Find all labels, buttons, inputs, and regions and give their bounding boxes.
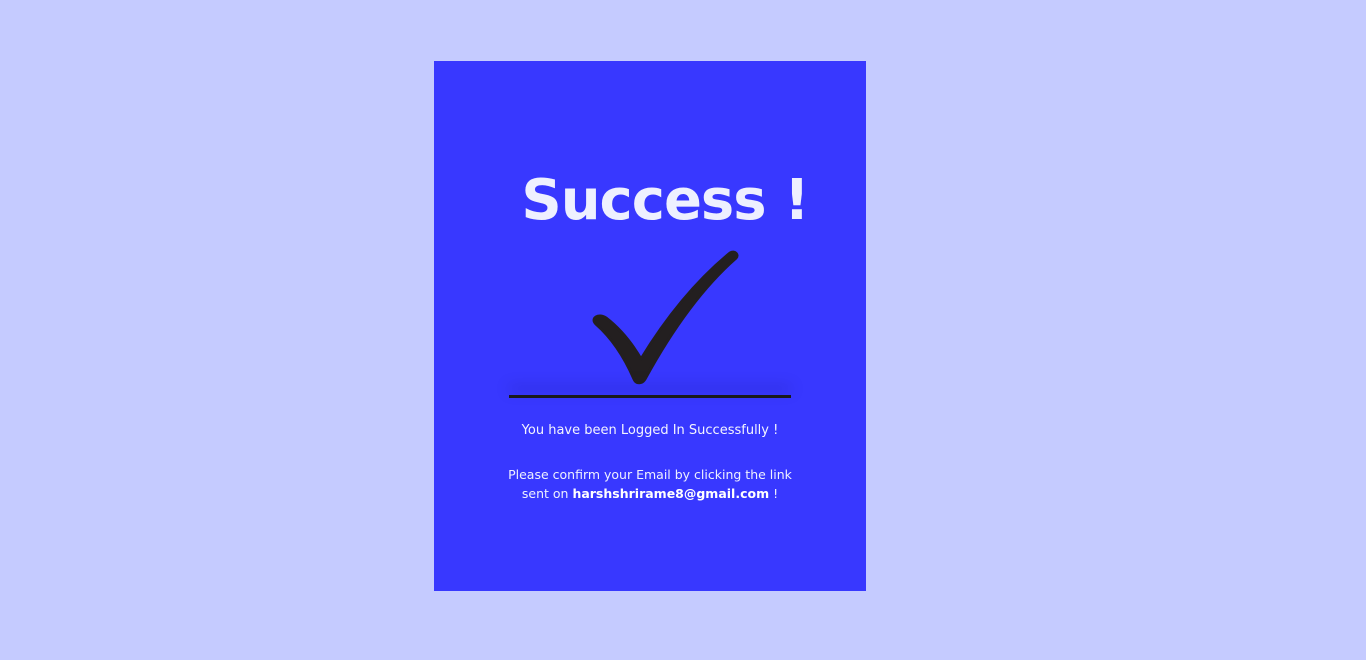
email-address: harshshrirame8@gmail.com [572, 486, 770, 501]
confirm-prefix: sent on [521, 486, 569, 501]
success-card: Success ! You have been Logged In Succes… [434, 61, 866, 591]
confirm-email-message: Please confirm your Email by clicking th… [494, 465, 806, 503]
confirm-suffix: ! [773, 486, 779, 501]
checkmark-icon [592, 250, 739, 385]
divider-line [509, 395, 791, 398]
confirm-line-1: Please confirm your Email by clicking th… [508, 467, 792, 482]
logged-in-message: You have been Logged In Successfully ! [521, 423, 779, 438]
success-title: Success ! [521, 168, 809, 233]
